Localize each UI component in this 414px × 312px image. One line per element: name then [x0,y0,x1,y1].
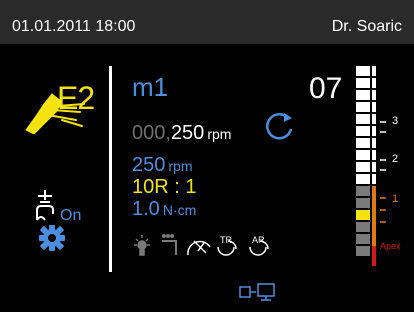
motor-control-screen: 01.01.2011 18:00 Dr. Soaric E2 On m1 000… [0,0,414,312]
auto-reverse-tr-icon: TR [217,235,237,256]
program-name[interactable]: m1 [132,72,168,103]
status-icons-row: TR AR [134,234,269,256]
apex-label-2: 2 [392,153,399,165]
svg-text:AR: AR [252,235,265,245]
divider [109,66,112,272]
apex-gauge [356,66,386,266]
speed-unit: rpm [207,126,232,142]
light-icon[interactable] [32,188,58,222]
set-speed-unit: rpm [168,158,193,174]
apex-label-apex: Apex [380,241,401,251]
set-speed-value: 250 [132,154,166,176]
torque-value: 1.0 [132,198,160,220]
speed-value: 250 [170,122,205,144]
torque-unit: N·cm [162,202,197,218]
datetime-label: 01.01.2011 18:00 [12,18,136,35]
apex-label-3: 3 [392,115,399,127]
apex-label-1: 1 [392,193,399,205]
status-header: 01.01.2011 18:00 Dr. Soaric [0,0,414,44]
light-status-icon [134,235,150,256]
gear-ratio[interactable]: 10R : 1 [132,176,196,199]
handpiece-label[interactable]: E2 [57,80,95,117]
current-speed: 000,250 rpm [132,122,231,145]
step-number: 07 [309,72,343,105]
light-state-label[interactable]: On [60,207,81,225]
torque-limit-icon [187,240,211,256]
spray-icon [162,234,177,255]
torque-setting[interactable]: 1.0 N·cm [132,198,196,221]
set-speed[interactable]: 250 rpm [132,154,193,177]
gear-icon[interactable] [38,224,66,252]
user-name-label: Dr. Soaric [331,18,402,35]
rotation-cw-icon[interactable] [262,110,296,144]
svg-text:TR: TR [220,235,232,245]
auto-reverse-ar-icon: AR [249,235,269,256]
display-mode-icon[interactable] [238,282,290,302]
speed-prefix: 000, [132,122,171,144]
